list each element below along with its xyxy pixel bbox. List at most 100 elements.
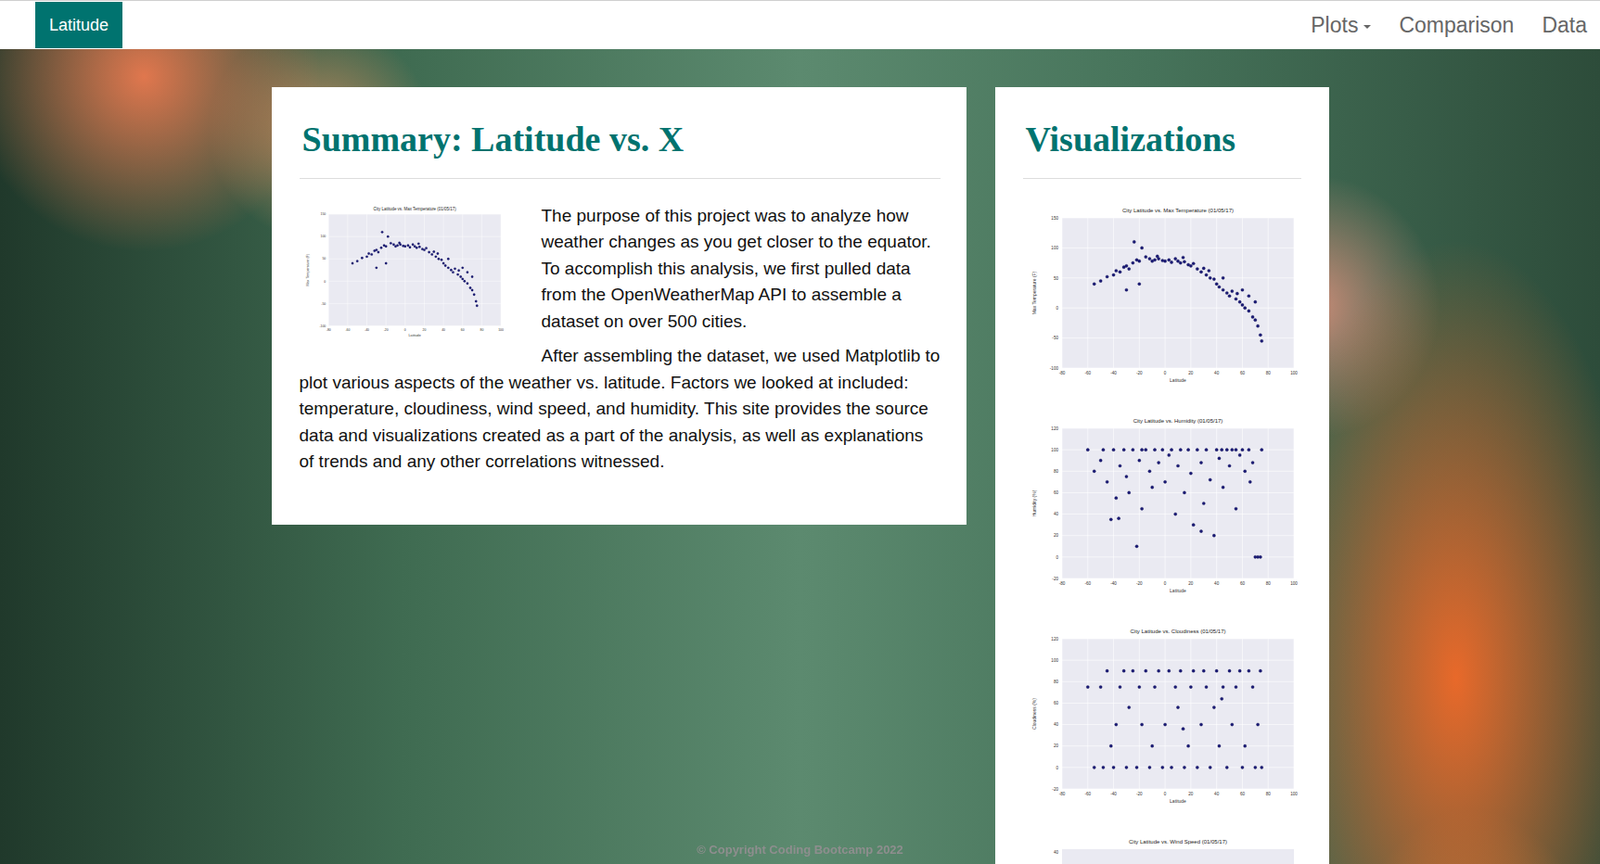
data-point bbox=[1238, 453, 1242, 457]
data-point bbox=[1227, 294, 1230, 297]
divider bbox=[1023, 178, 1302, 180]
data-point bbox=[1191, 523, 1195, 526]
chart-link[interactable]: City Latitude vs. Max Temperature (01/05… bbox=[1023, 203, 1302, 389]
summary-thumbnail[interactable]: City Latitude vs. Max Temperature (01/05… bbox=[299, 203, 507, 342]
data-point bbox=[1099, 279, 1102, 282]
grid-line bbox=[1062, 246, 1294, 248]
y-tick: -100 bbox=[319, 323, 326, 328]
data-point bbox=[1160, 766, 1164, 769]
y-tick: 120 bbox=[1050, 636, 1059, 641]
data-point bbox=[1176, 463, 1179, 467]
grid-line bbox=[1292, 428, 1294, 579]
nav-link[interactable]: Comparison bbox=[1398, 12, 1514, 39]
grid-line bbox=[1062, 470, 1294, 472]
y-tick: 50 bbox=[321, 256, 326, 261]
data-point bbox=[427, 250, 430, 253]
y-tick: 100 bbox=[1050, 245, 1059, 251]
data-point bbox=[460, 277, 463, 280]
grid-line bbox=[1062, 680, 1294, 682]
chart-link[interactable]: City Latitude vs. Humidity (01/05/17)-80… bbox=[1023, 413, 1302, 600]
grid-line bbox=[1062, 535, 1294, 537]
data-point bbox=[1134, 766, 1138, 769]
data-point bbox=[392, 243, 395, 245]
data-point bbox=[1221, 685, 1225, 689]
data-point bbox=[1109, 744, 1113, 748]
data-point bbox=[1238, 300, 1242, 304]
chart-link[interactable]: City Latitude vs. Wind Speed (01/05/17)4… bbox=[1023, 834, 1302, 864]
summary-title: Summary: Latitude vs. X bbox=[302, 118, 941, 162]
data-point bbox=[417, 242, 420, 244]
data-point bbox=[1212, 534, 1216, 538]
y-tick: 0 bbox=[1055, 554, 1059, 560]
y-tick: -100 bbox=[1049, 365, 1059, 371]
x-tick: -60 bbox=[1084, 581, 1091, 587]
visualizations-card: VisualizationsCity Latitude vs. Max Temp… bbox=[995, 87, 1330, 864]
x-tick: 80 bbox=[1265, 792, 1271, 797]
data-point bbox=[436, 257, 439, 260]
nav-link[interactable]: Plots bbox=[1310, 12, 1371, 39]
y-tick: 20 bbox=[1052, 533, 1059, 538]
data-point bbox=[468, 286, 471, 289]
data-point bbox=[1176, 259, 1179, 263]
data-point bbox=[1225, 448, 1229, 451]
x-tick: -20 bbox=[383, 327, 388, 332]
data-point bbox=[1160, 448, 1164, 451]
data-point bbox=[1250, 315, 1254, 319]
y-tick: -50 bbox=[320, 301, 326, 306]
data-point bbox=[1246, 294, 1250, 297]
data-point bbox=[370, 253, 372, 256]
data-point bbox=[1178, 261, 1182, 265]
data-point bbox=[1203, 685, 1207, 689]
data-point bbox=[1163, 259, 1166, 263]
grid-line bbox=[328, 257, 501, 259]
data-point bbox=[1208, 766, 1212, 769]
data-point bbox=[410, 243, 413, 245]
y-tick: 120 bbox=[1050, 425, 1059, 431]
x-tick: -20 bbox=[1136, 371, 1143, 376]
data-point bbox=[1109, 517, 1113, 521]
data-point bbox=[376, 250, 379, 253]
data-point bbox=[1180, 727, 1184, 730]
chart-link[interactable]: City Latitude vs. Cloudiness (01/05/17)-… bbox=[1023, 624, 1302, 810]
data-point bbox=[1253, 318, 1256, 321]
y-tick: 150 bbox=[1050, 215, 1059, 220]
data-point bbox=[1100, 766, 1104, 769]
data-point bbox=[1150, 744, 1153, 748]
data-point bbox=[456, 272, 459, 275]
data-point bbox=[1139, 507, 1143, 511]
grid-line bbox=[328, 325, 501, 327]
grid-line bbox=[1292, 217, 1294, 369]
y-axis-label: Cloudiness (%) bbox=[1031, 697, 1037, 730]
x-tick: 40 bbox=[1214, 581, 1220, 587]
data-point bbox=[1147, 766, 1151, 769]
data-point bbox=[1202, 669, 1205, 673]
data-point bbox=[1092, 469, 1096, 473]
scatter-chart: City Latitude vs. Max Temperature (01/05… bbox=[1023, 203, 1302, 389]
data-point bbox=[447, 257, 449, 260]
nav-link[interactable]: Data bbox=[1541, 12, 1588, 39]
grid-line bbox=[328, 302, 501, 304]
grid-line bbox=[1190, 217, 1191, 369]
data-point bbox=[380, 230, 383, 233]
data-point bbox=[360, 256, 363, 259]
grid-line bbox=[1062, 277, 1294, 279]
x-tick: -60 bbox=[1084, 792, 1091, 797]
data-point bbox=[1242, 744, 1246, 748]
data-point bbox=[1233, 685, 1237, 689]
data-point bbox=[465, 281, 468, 284]
data-point bbox=[1195, 766, 1199, 769]
grid-line bbox=[1087, 639, 1088, 790]
data-point bbox=[396, 243, 398, 246]
data-point bbox=[459, 275, 461, 278]
data-point bbox=[1150, 486, 1153, 489]
data-point bbox=[447, 266, 449, 269]
plot-area bbox=[328, 214, 501, 326]
y-tick: 0 bbox=[1055, 765, 1059, 770]
footer: © Copyright Coding Bootcamp 2022 bbox=[0, 843, 1600, 858]
brand-link[interactable]: Latitude bbox=[35, 1, 123, 49]
y-tick: -50 bbox=[1051, 335, 1059, 341]
grid-line bbox=[1062, 659, 1294, 661]
x-tick: 20 bbox=[1188, 792, 1194, 797]
grid-line bbox=[328, 280, 501, 282]
grid-line bbox=[461, 214, 463, 326]
